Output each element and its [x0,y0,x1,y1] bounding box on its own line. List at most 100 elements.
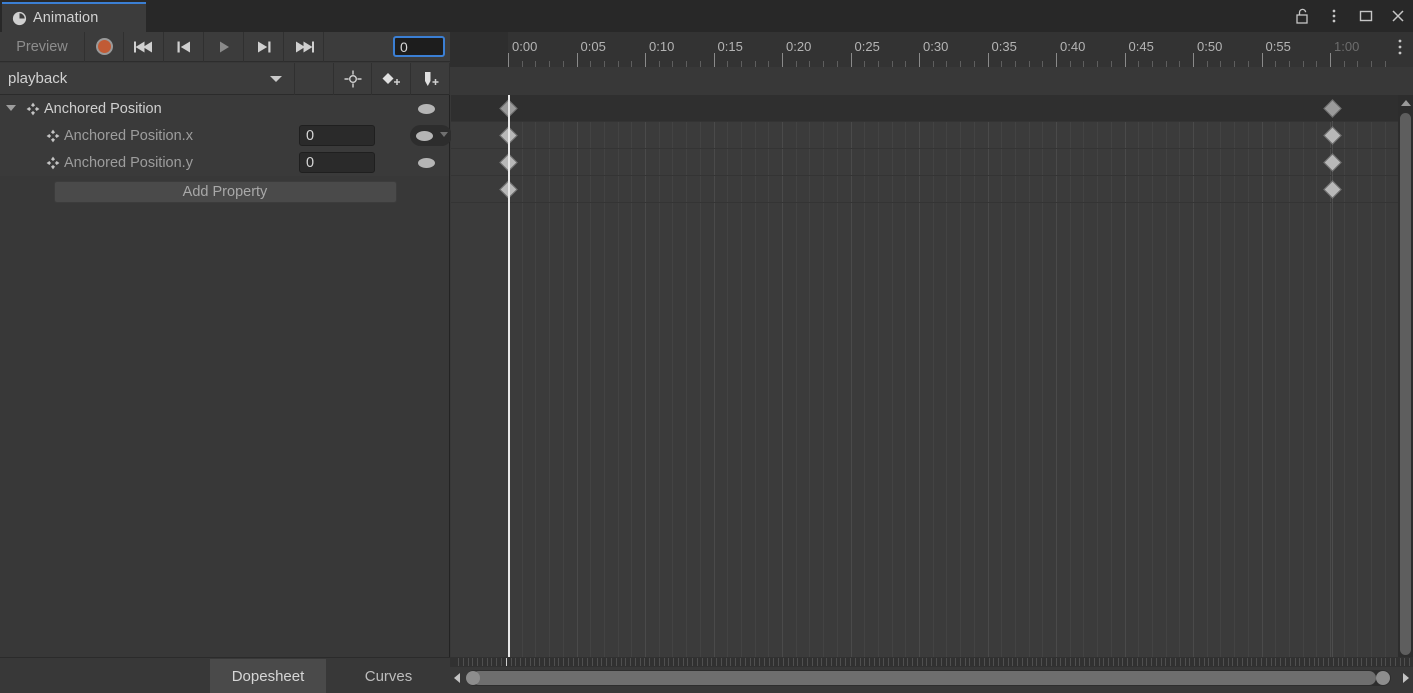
minimap-tick [1012,658,1014,666]
property-value-input[interactable]: 0 [299,125,375,146]
minimap-tick [907,658,909,666]
kebab-menu-icon[interactable] [1325,7,1343,25]
add-keyframe-button[interactable] [372,63,410,95]
scroll-left-arrow-icon[interactable] [454,673,460,683]
ruler-label: 0:40 [1060,39,1086,54]
first-frame-button[interactable] [124,32,163,62]
minimap-tick [921,658,923,666]
minimap-tick [687,658,689,666]
ruler-minor-tick [932,61,934,67]
timeline-options-icon[interactable] [1393,36,1407,58]
minimap-tick [816,658,818,666]
ruler-minor-tick [658,61,660,67]
ruler-minor-tick [1206,61,1208,67]
ruler-minor-tick [836,61,838,67]
minimap-tick [510,658,512,666]
minimap-tick [1069,658,1071,666]
minimap-tick [1332,658,1334,666]
minimap-tick [1194,658,1196,666]
minimap-tick [888,658,890,666]
add-event-button[interactable] [411,63,449,95]
minimap-tick [725,658,727,666]
ruler-minor-tick [1343,61,1345,67]
minimap-tick [1108,658,1110,666]
minimap-tick [467,658,469,666]
minimap-tick [950,658,952,666]
minimap-tick [1203,658,1205,666]
minimap-tick [955,658,957,666]
minimap-tick [926,658,928,666]
lock-icon[interactable] [1293,7,1311,25]
horizontal-scrollbar-right-handle[interactable] [1376,671,1390,685]
minimap-tick [515,658,517,666]
minimap-tick [472,658,474,666]
tab-curves[interactable]: Curves [327,659,450,693]
filter-by-selection-button[interactable] [334,63,372,95]
ruler-major-tick [850,53,852,67]
horizontal-scrollbar-thumb[interactable] [472,671,1376,685]
property-row[interactable]: Anchored Position [0,95,449,122]
bottom-tab-bar: Dopesheet Curves [0,657,450,693]
maximize-icon[interactable] [1357,7,1375,25]
minimap-tick [1036,658,1038,666]
minimap-tick [1084,658,1086,666]
minimap-tick [1361,658,1363,666]
minimap-tick [649,658,651,666]
ruler-minor-tick [1275,61,1277,67]
dopesheet-area[interactable] [451,95,1413,657]
next-frame-button[interactable] [244,32,283,62]
minimap-tick [797,658,799,666]
vertical-scrollbar[interactable] [1398,95,1413,657]
scroll-right-arrow-icon[interactable] [1403,673,1409,683]
minimap-tick [859,658,861,666]
tab-dopesheet[interactable]: Dopesheet [210,659,326,693]
property-row[interactable]: Anchored Position.y 0 [0,149,449,176]
play-button[interactable] [204,32,243,62]
toolbar-separator [323,31,324,62]
minimap-tick [529,658,531,666]
playhead[interactable] [508,95,510,657]
ruler-label: 1:00 [1334,39,1360,54]
property-name: Anchored Position [44,100,162,117]
preview-label[interactable]: Preview [0,39,84,55]
play-icon [219,41,229,52]
previous-frame-button[interactable] [164,32,203,62]
add-keyframe-icon [382,72,401,85]
dopesheet-summary-row[interactable] [451,95,1413,121]
minimap-tick [763,658,765,666]
current-frame-input[interactable]: 0 [393,36,445,57]
property-value-input[interactable]: 0 [299,152,375,173]
keyframe-toggle[interactable] [410,125,452,146]
minimap-tick [744,658,746,666]
vertical-scrollbar-thumb[interactable] [1400,113,1411,655]
horizontal-scrollbar-left-handle[interactable] [466,671,480,685]
minimap-tick [1294,658,1296,666]
keyframe-toggle[interactable] [412,98,450,119]
horizontal-scroll-area [450,657,1413,693]
scroll-up-arrow-icon[interactable] [1401,100,1411,106]
minimap-tick [1112,658,1114,666]
minimap-tick [1356,658,1358,666]
tab-animation[interactable]: Animation [2,2,146,32]
next-keyframe-arrow-icon[interactable] [440,132,448,137]
minimap-tick [673,658,675,666]
minimap-tick [979,658,981,666]
minimap-tick [1007,658,1009,666]
minimap-tick [1256,658,1258,666]
property-row[interactable]: Anchored Position.x 0 [0,122,452,149]
ruler-minor-tick [1151,61,1153,67]
playback-toolbar: Preview [0,31,450,62]
minimap-tick [1098,658,1100,666]
foldout-arrow-icon[interactable] [6,105,16,111]
close-icon[interactable] [1389,7,1407,25]
add-property-button[interactable]: Add Property [53,181,397,203]
ruler-minor-tick [960,61,962,67]
keyframe-toggle[interactable] [412,152,450,173]
clip-selector-dropdown[interactable]: playback [0,63,294,95]
ruler-major-tick [1330,53,1331,67]
record-button[interactable] [85,32,123,62]
property-value: 0 [306,154,315,171]
minimap-tick [964,658,966,666]
minimap-tick [630,658,632,666]
last-frame-button[interactable] [284,32,323,62]
